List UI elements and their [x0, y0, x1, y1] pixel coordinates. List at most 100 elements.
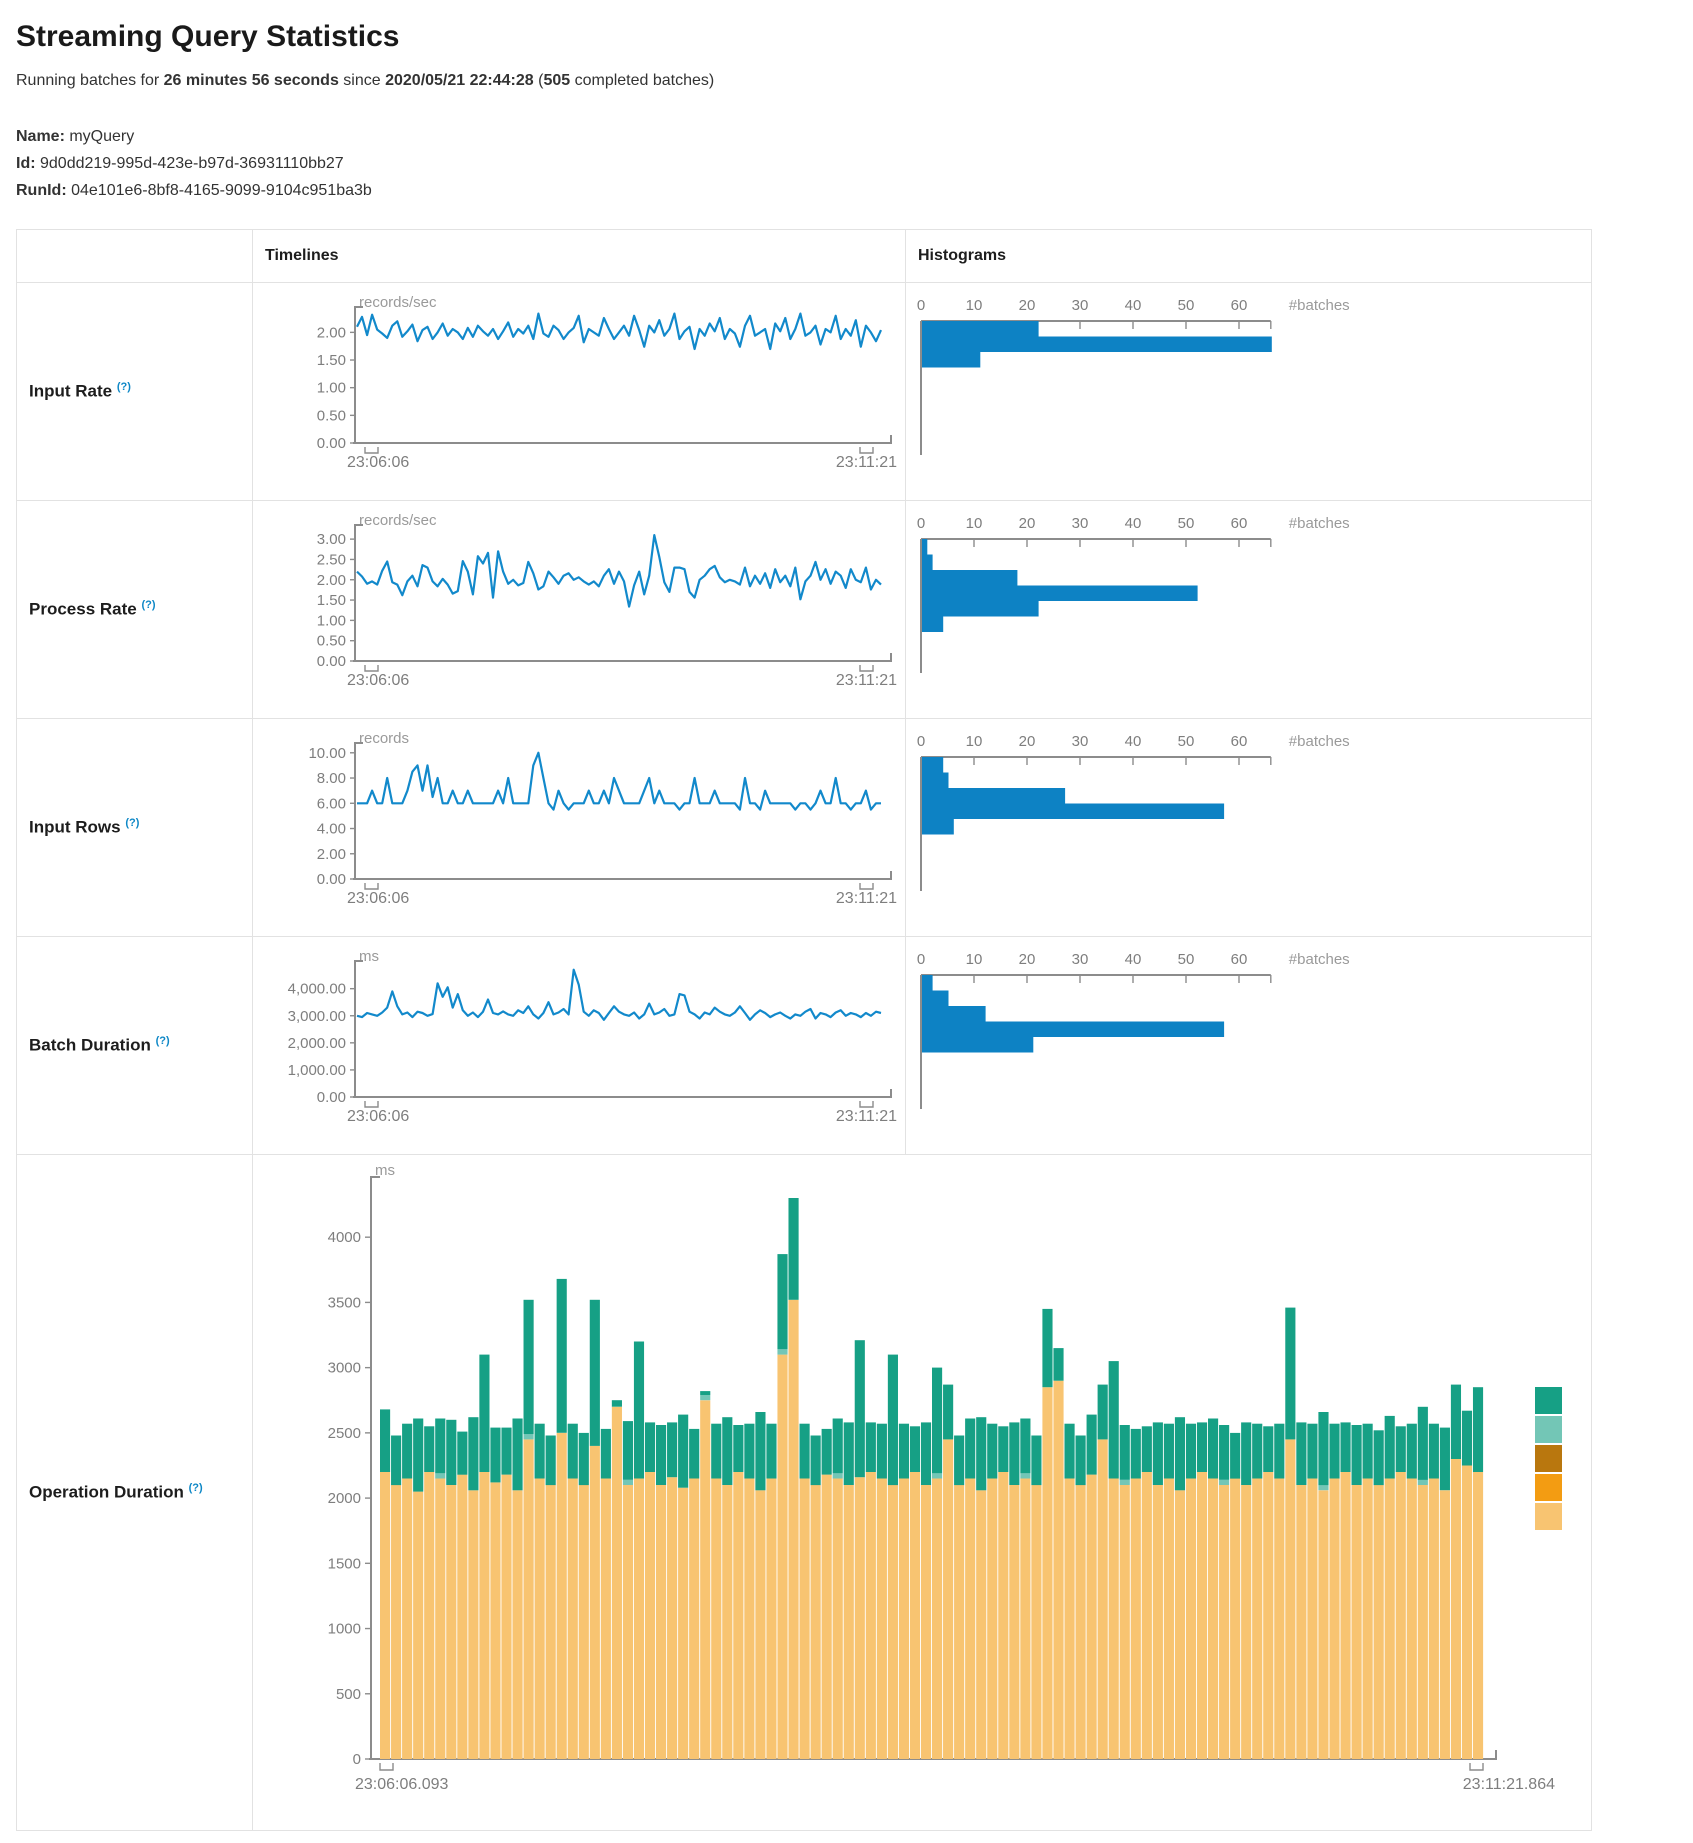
header-empty-cell	[17, 229, 253, 282]
table-row-operation-duration: Operation Duration (?) ms400035003000250…	[17, 1154, 1592, 1830]
input-rows-label: Input Rows	[29, 817, 121, 836]
summary-middle: since	[339, 72, 385, 89]
batch-duration-help-icon[interactable]: (?)	[156, 1035, 170, 1047]
query-name-label: Name:	[16, 128, 65, 145]
svg-text:23:11:21: 23:11:21	[836, 672, 897, 689]
svg-text:30: 30	[1072, 733, 1089, 750]
operation-duration-chart-cell: ms4000350030002500200015001000500023:06:…	[253, 1154, 1592, 1830]
input-rows-timeline-cell: records10.008.006.004.002.000.0023:06:06…	[253, 718, 906, 936]
svg-text:2.00: 2.00	[317, 845, 346, 862]
process-rate-help-icon[interactable]: (?)	[141, 599, 155, 611]
svg-text:2.00: 2.00	[317, 571, 346, 588]
input-rate-timeline-chart: records/sec2.001.501.000.500.0023:06:062…	[253, 293, 905, 490]
summary-start-time: 2020/05/21 22:44:28	[385, 72, 534, 89]
svg-text:10: 10	[966, 951, 983, 968]
svg-text:50: 50	[1178, 297, 1195, 314]
svg-text:2500: 2500	[328, 1424, 361, 1441]
input-rate-histogram-chart: 0102030405060#batches	[906, 293, 1591, 490]
svg-text:10: 10	[966, 515, 983, 532]
process-rate-label: Process Rate	[29, 599, 137, 618]
svg-text:3000: 3000	[328, 1359, 361, 1376]
input-rate-label: Input Rate	[29, 381, 112, 400]
svg-text:0: 0	[917, 297, 925, 314]
process-rate-timeline-cell: records/sec3.002.502.001.501.000.500.002…	[253, 500, 906, 718]
batch-duration-histogram-svg: 0102030405060#batches	[906, 947, 1592, 1139]
svg-text:0.50: 0.50	[317, 632, 346, 649]
svg-text:40: 40	[1125, 733, 1142, 750]
svg-text:50: 50	[1178, 515, 1195, 532]
svg-text:30: 30	[1072, 951, 1089, 968]
query-name-value: myQuery	[65, 128, 134, 145]
input-rate-histogram-svg: 0102030405060#batches	[906, 293, 1592, 485]
svg-text:0.50: 0.50	[317, 407, 346, 424]
summary-duration: 26 minutes 56 seconds	[164, 72, 339, 89]
running-batches-summary: Running batches for 26 minutes 56 second…	[16, 72, 1677, 90]
svg-text:2.50: 2.50	[317, 551, 346, 568]
operation-duration-label: Operation Duration	[29, 1482, 184, 1501]
svg-text:#batches: #batches	[1289, 297, 1350, 314]
streaming-statistics-page: Streaming Query Statistics Running batch…	[0, 0, 1693, 1843]
svg-text:23:06:06: 23:06:06	[347, 890, 409, 907]
svg-text:0: 0	[917, 951, 925, 968]
table-row-batch-duration: Batch Duration (?) ms4,000.003,000.002,0…	[17, 936, 1592, 1154]
input-rate-help-icon[interactable]: (?)	[117, 381, 131, 393]
query-id-label: Id:	[16, 155, 36, 172]
process-rate-histogram-cell: 0102030405060#batches	[906, 500, 1592, 718]
svg-text:1.50: 1.50	[317, 352, 346, 369]
row-label-input-rate: Input Rate (?)	[17, 282, 253, 500]
legend-swatch-0	[1535, 1387, 1562, 1414]
svg-text:60: 60	[1231, 297, 1248, 314]
svg-text:60: 60	[1231, 515, 1248, 532]
svg-text:8.00: 8.00	[317, 770, 346, 787]
svg-text:23:06:06: 23:06:06	[347, 672, 409, 689]
summary-suffix: completed batches)	[570, 72, 714, 89]
svg-text:1500: 1500	[328, 1555, 361, 1572]
summary-open-paren: (	[534, 72, 544, 89]
table-row-input-rows: Input Rows (?) records10.008.006.004.002…	[17, 718, 1592, 936]
summary-batch-count: 505	[543, 72, 570, 89]
input-rows-timeline-chart: records10.008.006.004.002.000.0023:06:06…	[253, 729, 905, 926]
batch-duration-timeline-chart: ms4,000.003,000.002,000.001,000.000.0023…	[253, 947, 905, 1144]
svg-text:1.00: 1.00	[317, 379, 346, 396]
row-label-process-rate: Process Rate (?)	[17, 500, 253, 718]
svg-text:60: 60	[1231, 733, 1248, 750]
row-label-input-rows: Input Rows (?)	[17, 718, 253, 936]
legend-swatch-4	[1535, 1503, 1562, 1530]
svg-text:20: 20	[1019, 951, 1036, 968]
input-rows-timeline-svg: records10.008.006.004.002.000.0023:06:06…	[253, 729, 903, 921]
svg-text:23:11:21.864: 23:11:21.864	[1463, 1776, 1555, 1793]
batch-duration-histogram-chart: 0102030405060#batches	[906, 947, 1591, 1144]
operation-duration-help-icon[interactable]: (?)	[189, 1482, 203, 1494]
process-rate-histogram-svg: 0102030405060#batches	[906, 511, 1592, 703]
svg-text:1.00: 1.00	[317, 612, 346, 629]
query-metadata: Name: myQuery Id: 9d0dd219-995d-423e-b97…	[16, 124, 1677, 205]
table-row-input-rate: Input Rate (?) records/sec2.001.501.000.…	[17, 282, 1592, 500]
svg-text:records/sec: records/sec	[359, 294, 437, 311]
svg-text:4,000.00: 4,000.00	[288, 980, 346, 997]
svg-text:50: 50	[1178, 733, 1195, 750]
input-rows-help-icon[interactable]: (?)	[125, 817, 139, 829]
svg-text:#batches: #batches	[1289, 515, 1350, 532]
svg-text:4.00: 4.00	[317, 820, 346, 837]
svg-text:30: 30	[1072, 297, 1089, 314]
input-rows-histogram-chart: 0102030405060#batches	[906, 729, 1591, 926]
query-runid-value: 04e101e6-8bf8-4165-9099-9104c951ba3b	[67, 182, 372, 199]
svg-text:50: 50	[1178, 951, 1195, 968]
svg-text:2000: 2000	[328, 1490, 361, 1507]
svg-text:30: 30	[1072, 515, 1089, 532]
svg-text:0: 0	[917, 515, 925, 532]
svg-text:ms: ms	[359, 948, 379, 965]
svg-text:40: 40	[1125, 951, 1142, 968]
svg-text:0.00: 0.00	[317, 653, 346, 670]
svg-text:23:06:06: 23:06:06	[347, 1108, 409, 1125]
svg-text:1.50: 1.50	[317, 592, 346, 609]
svg-text:23:11:21: 23:11:21	[836, 454, 897, 471]
svg-text:3,000.00: 3,000.00	[288, 1007, 346, 1024]
process-rate-histogram-chart: 0102030405060#batches	[906, 511, 1591, 708]
table-header-row: Timelines Histograms	[17, 229, 1592, 282]
svg-text:3500: 3500	[328, 1294, 361, 1311]
query-runid-line: RunId: 04e101e6-8bf8-4165-9099-9104c951b…	[16, 178, 1677, 205]
svg-text:23:06:06.093: 23:06:06.093	[355, 1776, 449, 1793]
statistics-table: Timelines Histograms Input Rate (?) reco…	[16, 229, 1592, 1831]
legend-swatch-1	[1535, 1416, 1562, 1443]
